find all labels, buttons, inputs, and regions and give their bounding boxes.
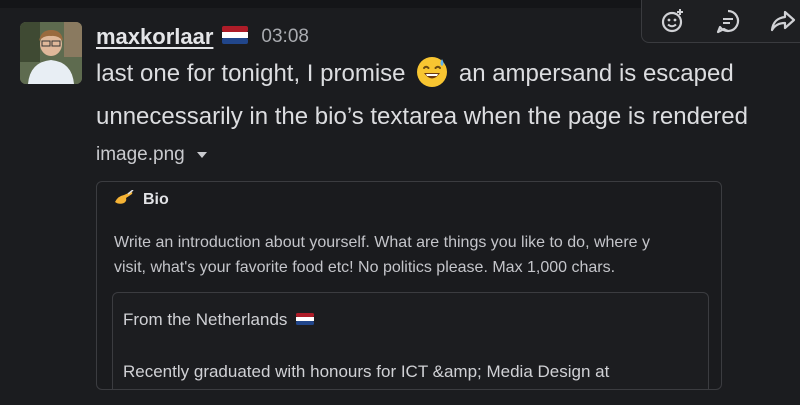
writing-hand-icon xyxy=(114,189,134,210)
bio-description-line2: visit, what's your favorite food etc! No… xyxy=(114,259,616,276)
timestamp[interactable]: 03:08 xyxy=(261,26,309,48)
sweat-smile-emoji-icon xyxy=(416,56,448,99)
bio-textarea: From the Netherlands Recently graduated … xyxy=(112,292,709,389)
textarea-text-line2: Recently graduated with honours for ICT … xyxy=(123,362,610,381)
netherlands-flag-icon xyxy=(296,310,315,330)
reply-in-thread-button[interactable] xyxy=(703,3,752,39)
message-text-part2: an ampersand is escaped xyxy=(458,60,734,87)
image-attachment-preview[interactable]: Bio Write an introduction about yourself… xyxy=(96,181,722,390)
avatar-image xyxy=(20,22,82,84)
message-text-line2: unnecessarily in the bio’s textarea when… xyxy=(96,103,748,130)
attachment-filename: image.png xyxy=(96,144,185,165)
attachment-toggle[interactable]: image.png xyxy=(96,144,207,166)
share-icon xyxy=(770,10,795,32)
chevron-down-icon xyxy=(196,152,207,158)
username-link[interactable]: maxkorlaar xyxy=(96,24,213,50)
message-body: last one for tonight, I promise an amper… xyxy=(96,56,796,135)
share-button[interactable] xyxy=(758,3,800,39)
bio-title: Bio xyxy=(143,191,169,208)
add-reaction-button[interactable] xyxy=(648,3,697,39)
netherlands-flag-icon xyxy=(222,26,249,48)
message-text-part1: last one for tonight, I promise xyxy=(96,60,406,87)
avatar[interactable] xyxy=(20,22,82,84)
add-reaction-icon xyxy=(661,9,683,33)
bio-description: Write an introduction about yourself. Wh… xyxy=(114,230,721,280)
textarea-text-line1: From the Netherlands xyxy=(123,310,288,329)
reply-in-thread-icon xyxy=(716,9,739,34)
message-actions-toolbar xyxy=(641,0,800,43)
bio-heading: Bio xyxy=(114,189,169,210)
message-header: maxkorlaar 03:08 xyxy=(96,22,309,52)
textarea-line1: From the Netherlands xyxy=(123,310,315,330)
bio-description-line1: Write an introduction about yourself. Wh… xyxy=(114,234,650,251)
